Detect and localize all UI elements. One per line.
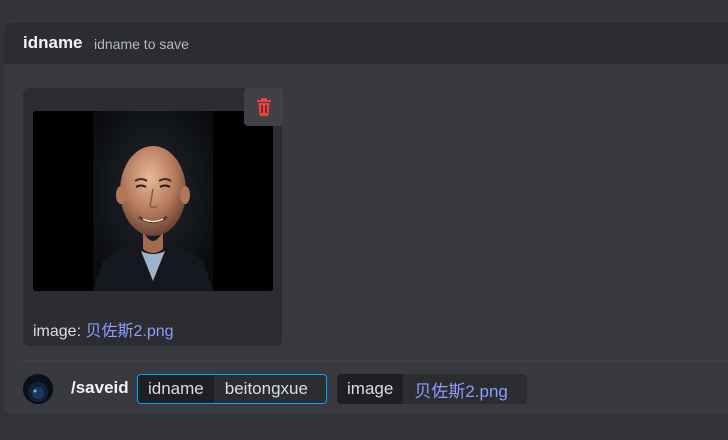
command-option-image[interactable]: image 贝佐斯2.png — [337, 374, 527, 404]
portrait-image — [33, 111, 273, 291]
attachment-filename-link[interactable]: 贝佐斯2.png — [85, 323, 173, 340]
option-hint-description: idname to save — [94, 36, 189, 52]
option-value[interactable]: beitongxue — [213, 375, 326, 403]
divider — [23, 360, 728, 361]
option-key: image — [337, 374, 404, 404]
option-key: idname — [138, 375, 214, 403]
command-name: /saveid — [71, 378, 129, 397]
attachment-caption-label: image: — [33, 323, 86, 340]
option-value[interactable]: 贝佐斯2.png — [403, 374, 527, 404]
delete-attachment-button[interactable] — [244, 88, 283, 126]
option-hint-name: idname — [23, 33, 83, 52]
avatar-image — [23, 374, 53, 404]
avatar[interactable] — [23, 374, 53, 404]
trash-icon — [256, 98, 271, 116]
command-option-idname[interactable]: idname beitongxue — [137, 374, 327, 404]
attachment-image-preview[interactable] — [33, 111, 273, 291]
attachment-caption: image: 贝佐斯2.png — [33, 317, 174, 341]
